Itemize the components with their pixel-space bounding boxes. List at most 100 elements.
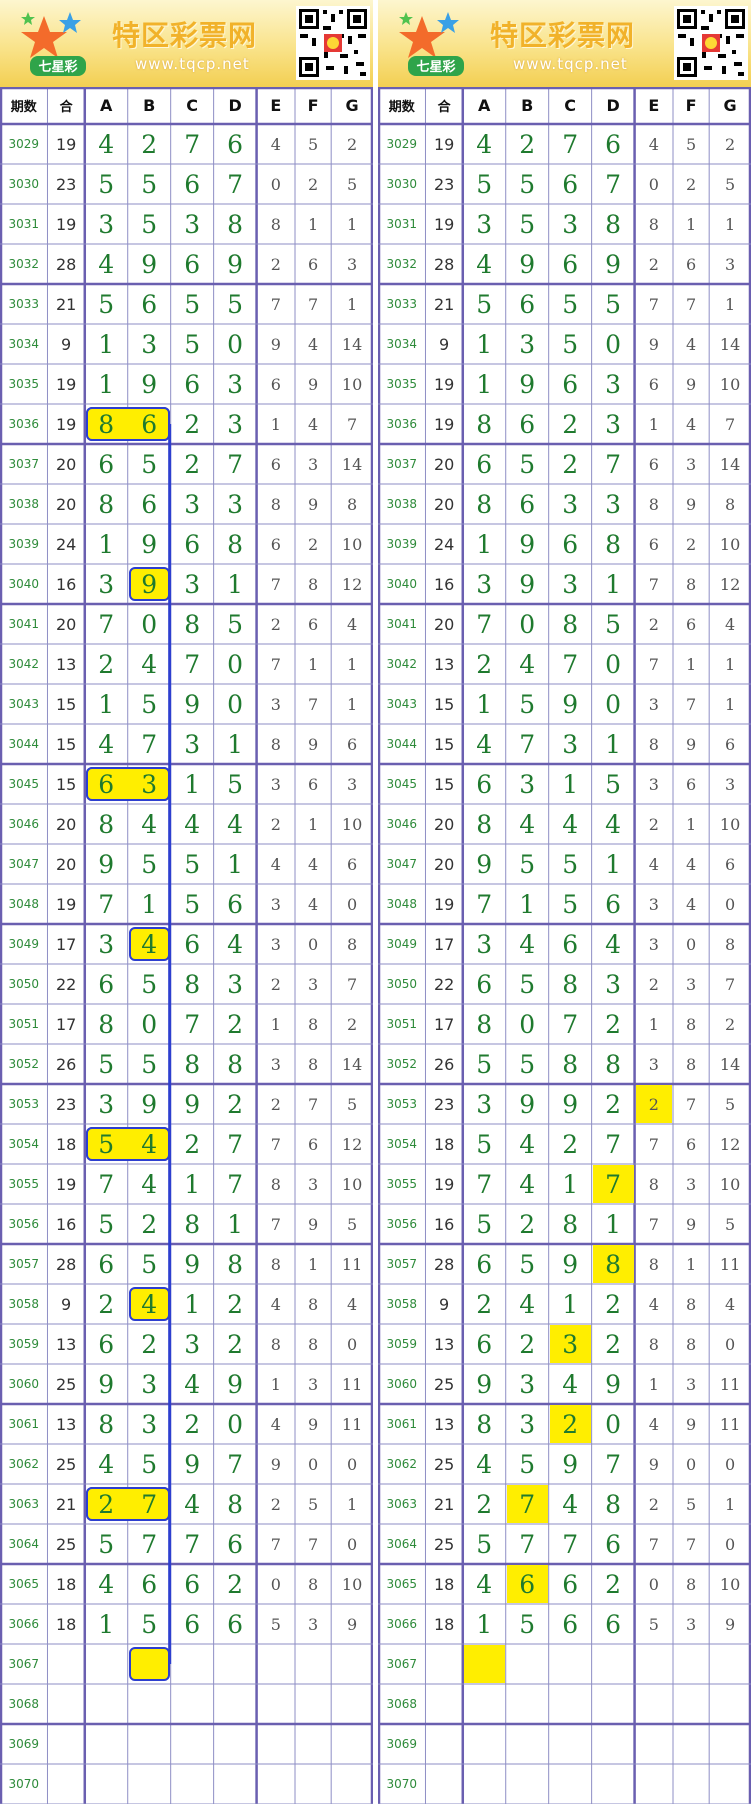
digit-d: 7 [605,169,622,199]
sum-value: 20 [55,454,77,474]
digit-g: 4 [346,1294,358,1314]
digit-b: 5 [519,1449,536,1479]
digit-a: 3 [98,569,115,599]
digit-d [214,1764,257,1804]
digit-c: 7 [184,649,201,679]
digit-b: 4 [519,1169,536,1199]
digit-f: 1 [685,1254,697,1274]
digit-b [506,1724,549,1764]
digit-f: 9 [307,494,319,514]
digit-f: 9 [685,374,697,394]
column-header: E [648,96,660,115]
digit-g: 11 [341,1254,363,1274]
digit-f: 8 [307,1054,319,1074]
digit-g: 6 [724,854,736,874]
digit-e: 7 [648,1534,659,1554]
digit-g: 1 [724,654,736,674]
digit-f: 1 [307,1254,319,1274]
digit-g: 0 [346,1534,358,1554]
digit-g: 6 [346,734,358,754]
issue-number: 3065 [8,1577,39,1591]
issue-number: 3037 [386,457,417,471]
digit-g: 14 [341,1054,363,1074]
digit-d: 1 [605,729,622,759]
digit-b: 4 [141,809,158,839]
digit-g: 3 [724,254,736,274]
digit-a: 3 [476,209,493,239]
sum-value: 20 [55,614,77,634]
digit-a: 1 [476,529,493,559]
digit-a: 1 [98,369,115,399]
digit-f: 2 [685,174,697,194]
digit-b: 1 [519,889,536,919]
digit-a [85,1724,128,1764]
sum-value: 21 [55,294,77,314]
digit-e: 3 [270,694,281,714]
digit-e: 8 [270,214,281,234]
digit-a: 8 [476,409,493,439]
digit-c: 3 [184,1329,201,1359]
digit-b: 6 [141,1569,158,1599]
digit-a: 4 [98,729,115,759]
sum-value: 19 [55,374,77,394]
digit-c: 8 [184,609,201,639]
issue-number: 3047 [386,857,417,871]
sum-value: 18 [55,1134,77,1154]
digit-g: 5 [346,1094,358,1114]
sum-value: 16 [55,574,77,594]
digit-e: 9 [270,1454,281,1474]
digit-e: 1 [648,1374,659,1394]
digit-f: 7 [307,694,319,714]
digit-c [171,1684,214,1724]
digit-a: 7 [476,609,493,639]
digit-d: 0 [227,649,244,679]
digit-b: 1 [141,889,158,919]
sum-value: 19 [55,134,77,154]
digit-d: 1 [605,849,622,879]
issue-number: 3042 [386,657,417,671]
digit-g: 1 [346,214,358,234]
digit-c: 8 [562,969,579,999]
digit-d: 0 [227,689,244,719]
site-title: 特区彩票网 [112,19,258,52]
digit-c: 1 [184,769,201,799]
digit-b: 5 [519,1049,536,1079]
digit-e: 2 [648,1494,659,1514]
issue-number: 3038 [386,497,417,511]
digit-g: 12 [719,1134,741,1154]
digit-e: 8 [648,1254,659,1274]
digit-b: 2 [519,1329,536,1359]
digit-f: 1 [307,814,319,834]
digit-g [709,1764,751,1804]
digit-e: 4 [270,854,281,874]
site-url: www.tqcp.net [135,55,250,73]
issue-number: 3063 [386,1497,417,1511]
issue-number: 3029 [8,137,39,151]
digit-d: 8 [605,529,622,559]
digit-f: 8 [307,1014,319,1034]
digit-d: 9 [605,1369,622,1399]
digit-c: 3 [562,489,579,519]
digit-e: 1 [648,1014,659,1034]
issue-number: 3031 [8,217,39,231]
sum-value [425,1644,462,1684]
digit-c: 5 [562,889,579,919]
issue-number: 3067 [8,1657,39,1671]
issue-number: 3067 [386,1657,417,1671]
digit-a: 6 [476,969,493,999]
issue-number: 3058 [8,1297,39,1311]
digit-a: 1 [476,689,493,719]
digit-d: 8 [227,1489,244,1519]
digit-g: 1 [724,294,736,314]
digit-e: 7 [648,294,659,314]
digit-e: 7 [270,1134,281,1154]
digit-c [171,1644,214,1684]
digit-a: 6 [98,769,115,799]
digit-c: 9 [562,1249,579,1279]
digit-d [592,1724,635,1764]
digit-e: 6 [270,454,281,474]
digit-g: 7 [724,974,736,994]
digit-f: 5 [307,1494,319,1514]
digit-f: 7 [307,1534,319,1554]
digit-f: 7 [685,694,697,714]
